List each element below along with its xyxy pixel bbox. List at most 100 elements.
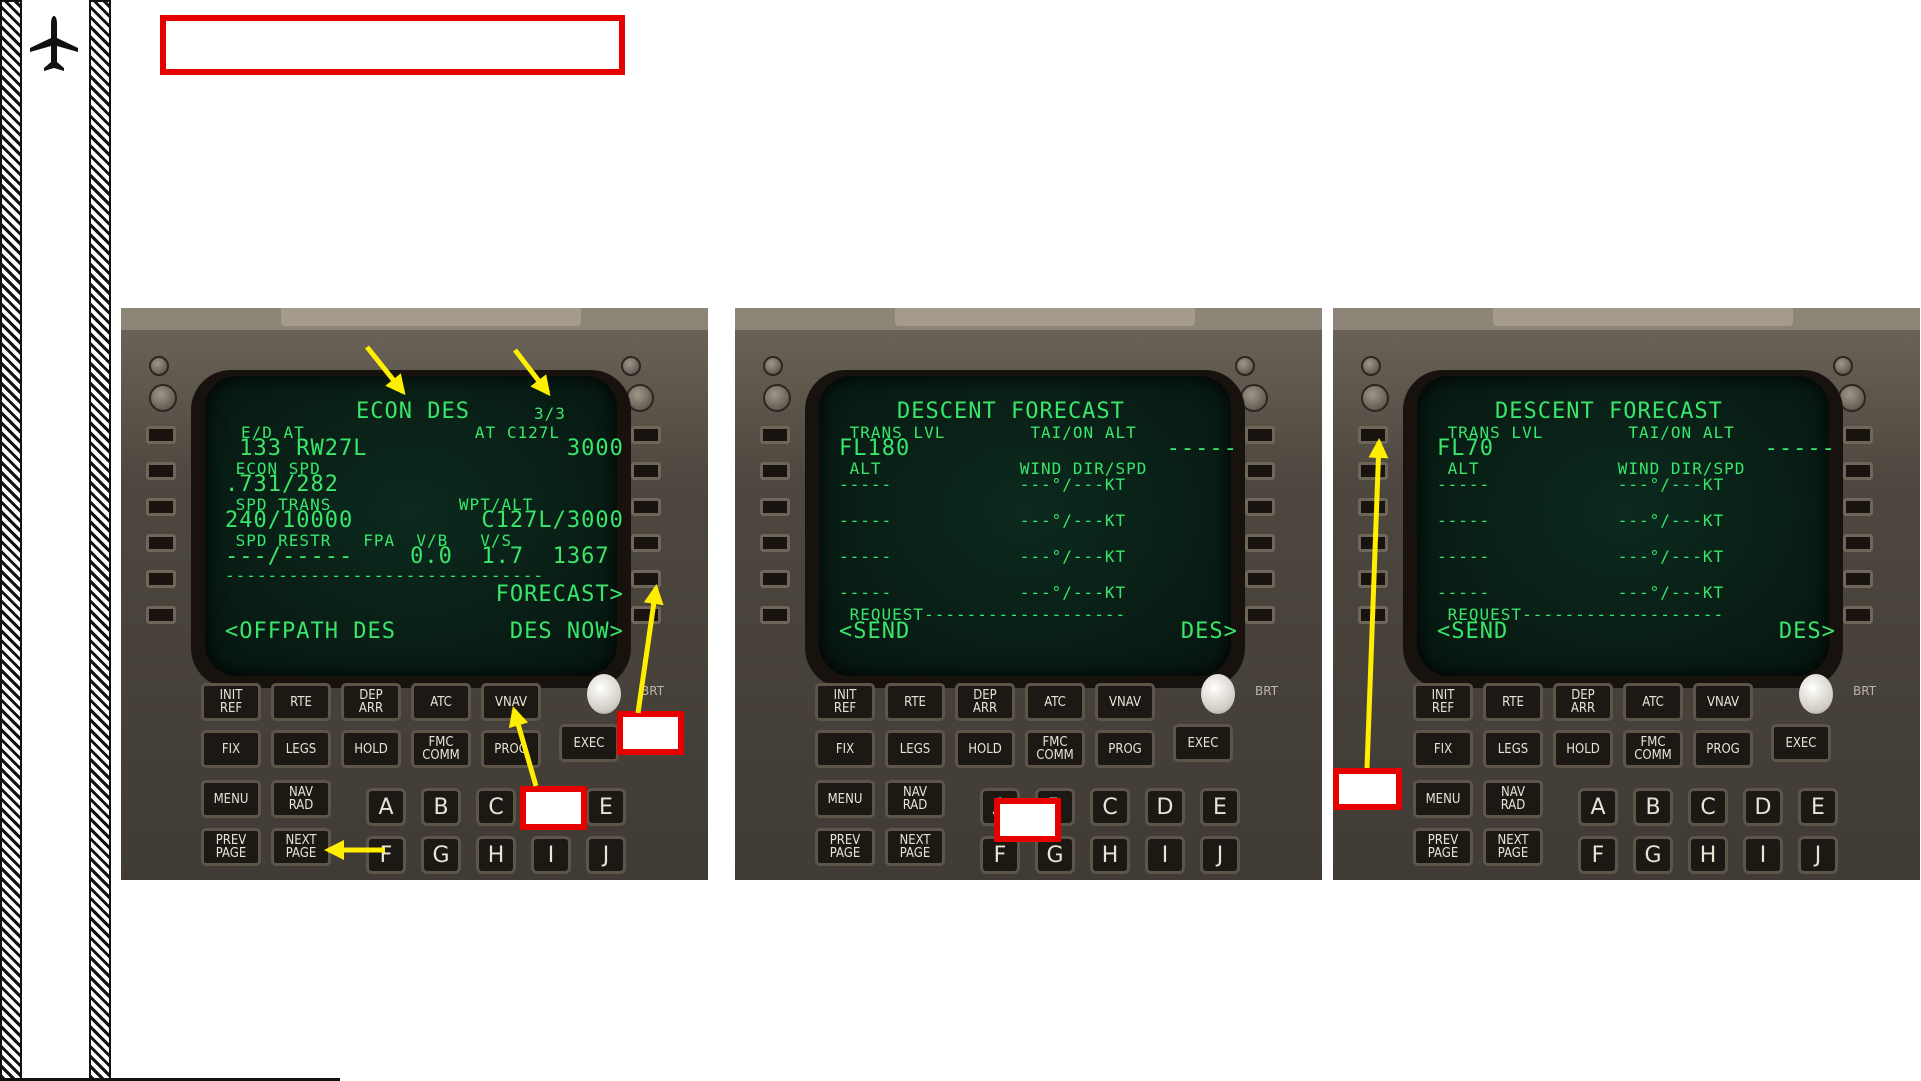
alpha-key-j[interactable]: J: [586, 836, 626, 874]
lsk-1l[interactable]: [760, 426, 790, 444]
exec-key[interactable]: EXEC: [1771, 724, 1831, 762]
brightness-knob[interactable]: [587, 674, 621, 714]
lsk-4r[interactable]: [1245, 534, 1275, 552]
lsk-3l[interactable]: [760, 498, 790, 516]
prev-page-key[interactable]: PREV PAGE: [815, 828, 875, 866]
lsk-3r[interactable]: [1843, 498, 1873, 516]
hold-key[interactable]: HOLD: [955, 730, 1015, 768]
alpha-key-j[interactable]: J: [1798, 836, 1838, 874]
fmc-comm-key[interactable]: FMC COMM: [1623, 730, 1683, 768]
hold-key[interactable]: HOLD: [341, 730, 401, 768]
fmc-comm-key[interactable]: FMC COMM: [1025, 730, 1085, 768]
alpha-key-h[interactable]: H: [1090, 836, 1130, 874]
fix-key[interactable]: FIX: [1413, 730, 1473, 768]
alpha-key-j[interactable]: J: [1200, 836, 1240, 874]
alpha-key-g[interactable]: G: [1633, 836, 1673, 874]
lsk-2r[interactable]: [1843, 462, 1873, 480]
lsk-1l[interactable]: [1358, 426, 1388, 444]
lsk-4r[interactable]: [1843, 534, 1873, 552]
lsk-4l[interactable]: [1358, 534, 1388, 552]
alpha-key-f[interactable]: F: [366, 836, 406, 874]
brightness-knob[interactable]: [1799, 674, 1833, 714]
rte-key[interactable]: RTE: [271, 683, 331, 721]
alpha-key-e[interactable]: E: [1200, 788, 1240, 826]
lsk-6l[interactable]: [146, 606, 176, 624]
legs-key[interactable]: LEGS: [271, 730, 331, 768]
alpha-key-d[interactable]: D: [1145, 788, 1185, 826]
prev-page-key[interactable]: PREV PAGE: [201, 828, 261, 866]
dep-arr-key[interactable]: DEP ARR: [1553, 683, 1613, 721]
lsk-6r[interactable]: [1245, 606, 1275, 624]
alpha-key-g[interactable]: G: [421, 836, 461, 874]
lsk-2l[interactable]: [146, 462, 176, 480]
lsk-3r[interactable]: [1245, 498, 1275, 516]
prog-key[interactable]: PROG: [1095, 730, 1155, 768]
legs-key[interactable]: LEGS: [1483, 730, 1543, 768]
nav-rad-key[interactable]: NAV RAD: [1483, 780, 1543, 818]
lsk-6l[interactable]: [760, 606, 790, 624]
alpha-key-b[interactable]: B: [421, 788, 461, 826]
fix-key[interactable]: FIX: [201, 730, 261, 768]
alpha-key-d[interactable]: D: [1743, 788, 1783, 826]
alpha-key-a[interactable]: A: [366, 788, 406, 826]
lsk-5l[interactable]: [760, 570, 790, 588]
lsk-4l[interactable]: [146, 534, 176, 552]
vnav-key[interactable]: VNAV: [481, 683, 541, 721]
lsk-5r[interactable]: [1245, 570, 1275, 588]
atc-key[interactable]: ATC: [411, 683, 471, 721]
vnav-key[interactable]: VNAV: [1693, 683, 1753, 721]
alpha-key-c[interactable]: C: [1688, 788, 1728, 826]
alpha-key-h[interactable]: H: [1688, 836, 1728, 874]
nav-rad-key[interactable]: NAV RAD: [885, 780, 945, 818]
alpha-key-h[interactable]: H: [476, 836, 516, 874]
alpha-key-i[interactable]: I: [531, 836, 571, 874]
lsk-2l[interactable]: [1358, 462, 1388, 480]
lsk-1r[interactable]: [1245, 426, 1275, 444]
rte-key[interactable]: RTE: [885, 683, 945, 721]
lsk-3l[interactable]: [1358, 498, 1388, 516]
alpha-key-f[interactable]: F: [1578, 836, 1618, 874]
next-page-key[interactable]: NEXT PAGE: [271, 828, 331, 866]
exec-key[interactable]: EXEC: [559, 724, 619, 762]
init-ref-key[interactable]: INIT REF: [815, 683, 875, 721]
nav-rad-key[interactable]: NAV RAD: [271, 780, 331, 818]
lsk-1r[interactable]: [1843, 426, 1873, 444]
lsk-2r[interactable]: [631, 462, 661, 480]
menu-key[interactable]: MENU: [1413, 780, 1473, 818]
brightness-knob[interactable]: [1201, 674, 1235, 714]
lsk-5l[interactable]: [1358, 570, 1388, 588]
prog-key[interactable]: PROG: [481, 730, 541, 768]
alpha-key-i[interactable]: I: [1743, 836, 1783, 874]
next-page-key[interactable]: NEXT PAGE: [885, 828, 945, 866]
alpha-key-b[interactable]: B: [1633, 788, 1673, 826]
lsk-3l[interactable]: [146, 498, 176, 516]
alpha-key-c[interactable]: C: [476, 788, 516, 826]
hold-key[interactable]: HOLD: [1553, 730, 1613, 768]
lsk-4l[interactable]: [760, 534, 790, 552]
lsk-1r[interactable]: [631, 426, 661, 444]
lsk-5l[interactable]: [146, 570, 176, 588]
alpha-key-a[interactable]: A: [1578, 788, 1618, 826]
exec-key[interactable]: EXEC: [1173, 724, 1233, 762]
atc-key[interactable]: ATC: [1025, 683, 1085, 721]
lsk-5r[interactable]: [631, 570, 661, 588]
lsk-6l[interactable]: [1358, 606, 1388, 624]
prev-page-key[interactable]: PREV PAGE: [1413, 828, 1473, 866]
dep-arr-key[interactable]: DEP ARR: [341, 683, 401, 721]
next-page-key[interactable]: NEXT PAGE: [1483, 828, 1543, 866]
vnav-key[interactable]: VNAV: [1095, 683, 1155, 721]
dep-arr-key[interactable]: DEP ARR: [955, 683, 1015, 721]
fix-key[interactable]: FIX: [815, 730, 875, 768]
fmc-comm-key[interactable]: FMC COMM: [411, 730, 471, 768]
lsk-6r[interactable]: [1843, 606, 1873, 624]
lsk-6r[interactable]: [631, 606, 661, 624]
menu-key[interactable]: MENU: [201, 780, 261, 818]
lsk-5r[interactable]: [1843, 570, 1873, 588]
alpha-key-e[interactable]: E: [586, 788, 626, 826]
atc-key[interactable]: ATC: [1623, 683, 1683, 721]
rte-key[interactable]: RTE: [1483, 683, 1543, 721]
alpha-key-c[interactable]: C: [1090, 788, 1130, 826]
lsk-2r[interactable]: [1245, 462, 1275, 480]
lsk-4r[interactable]: [631, 534, 661, 552]
legs-key[interactable]: LEGS: [885, 730, 945, 768]
